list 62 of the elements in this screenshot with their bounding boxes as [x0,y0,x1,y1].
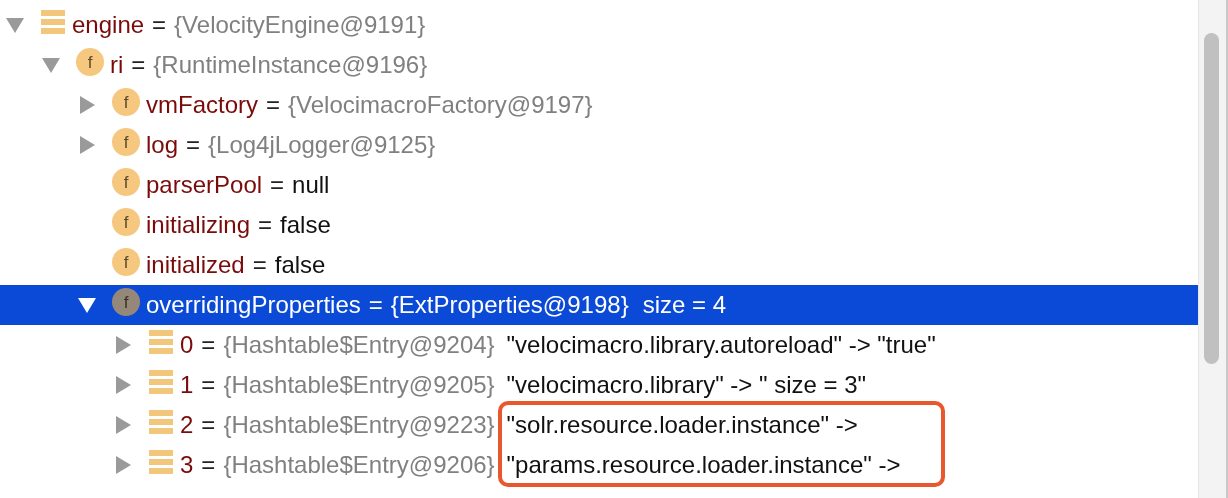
collapse-arrow-icon[interactable] [115,336,131,354]
list-icon [148,449,174,475]
variable-name: parserPool [146,171,263,199]
expand-arrow-icon[interactable] [78,297,96,313]
collapse-arrow-icon[interactable] [115,376,131,394]
scrollbar-thumb[interactable] [1204,33,1219,364]
equals-sign: = [186,131,201,159]
equals-sign: = [131,51,146,79]
field-icon: f [112,128,140,156]
field-icon: f [112,248,140,276]
variable-value: null [292,171,330,199]
variable-name: vmFactory [146,91,258,119]
equals-sign: = [201,331,216,359]
list-icon [148,369,174,395]
variable-value: "params.resource.loader.instance" -> [506,451,901,479]
variable-value: false [280,211,331,239]
variable-name: initialized [146,251,245,279]
variable-value: {Hashtable$Entry@9223} [223,411,495,439]
equals-sign: = [266,91,281,119]
variable-value: "velocimacro.library" -> " size = 3" [506,371,867,399]
field-icon: f [112,208,140,236]
field-icon: f [112,168,140,196]
variable-value: {Log4jLogger@9125} [208,131,436,159]
collapse-arrow-icon[interactable] [115,456,131,474]
variable-value: {RuntimeInstance@9196} [153,51,428,79]
variable-value: {VelocityEngine@9191} [174,11,426,39]
variable-name: log [146,131,179,159]
equals-sign: = [252,251,267,279]
equals-sign: = [201,451,216,479]
list-icon [40,9,66,35]
field-icon: f [112,88,140,116]
selected-tree-row[interactable]: f overridingProperties = {ExtProperties@9198} size = 4 [0,285,1198,325]
variable-name: 3 [180,451,194,479]
variable-value: {VelocimacroFactory@9197} [288,91,593,119]
variable-value: {ExtProperties@9198} [390,291,629,319]
variable-value: {Hashtable$Entry@9204} [223,331,495,359]
field-icon: f [112,288,140,316]
collapse-arrow-icon[interactable] [79,136,95,154]
variable-value: "solr.resource.loader.instance" -> [506,411,858,439]
field-icon: f [76,48,104,76]
variable-name: ri [110,51,124,79]
variable-name: overridingProperties [146,291,361,319]
variable-name: initializing [146,211,251,239]
variable-value: {Hashtable$Entry@9205} [223,371,495,399]
variable-value: false [274,251,326,279]
variable-name: 1 [180,371,194,399]
variable-name: engine [72,11,145,39]
variable-value: {Hashtable$Entry@9206} [223,451,495,479]
collapse-arrow-icon[interactable] [115,416,131,434]
equals-sign: = [152,11,167,39]
list-icon [148,329,174,355]
equals-sign: = [201,411,216,439]
variable-name: 0 [180,331,194,359]
equals-sign: = [258,211,273,239]
size-label: size = 4 [642,291,727,319]
collapse-arrow-icon[interactable] [79,96,95,114]
equals-sign: = [270,171,285,199]
variable-name: 2 [180,411,194,439]
equals-sign: = [368,291,383,319]
variable-value: "velocimacro.library.autoreload" -> "true" [506,331,936,359]
equals-sign: = [201,371,216,399]
list-icon [148,409,174,435]
